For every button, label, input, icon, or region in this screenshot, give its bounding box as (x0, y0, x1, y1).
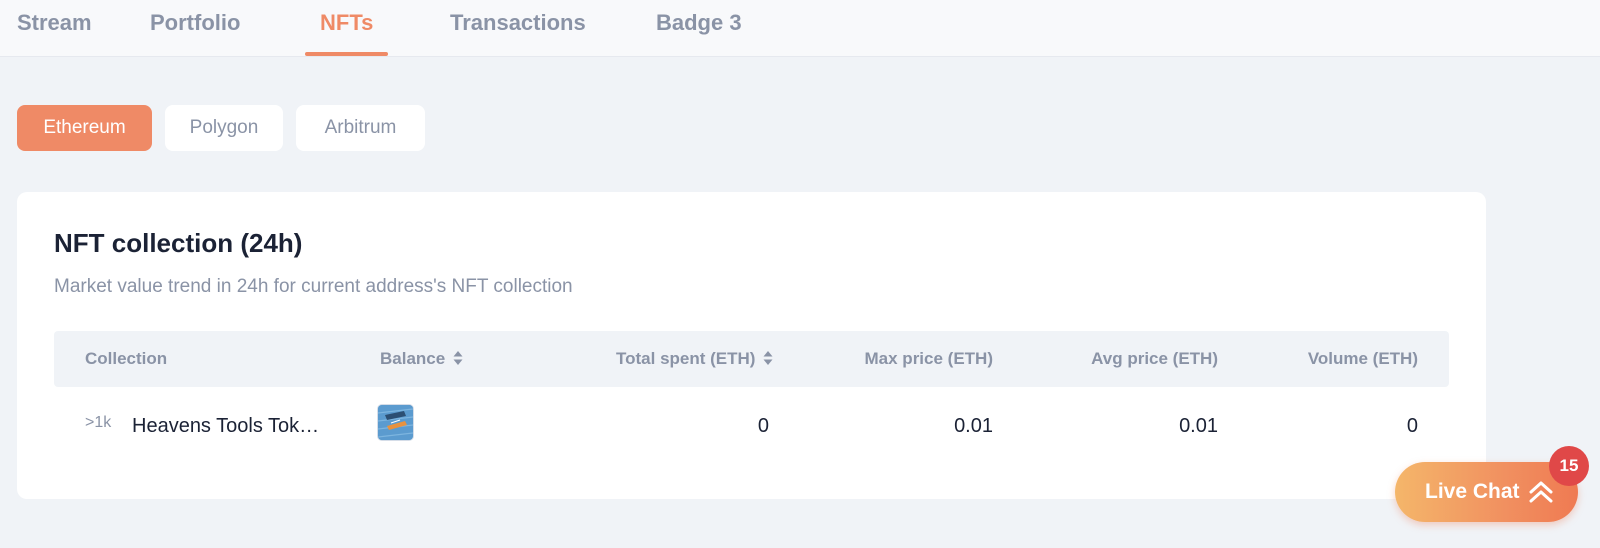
double-chevron-up-icon (1528, 479, 1554, 511)
avg-price-value: 0.01 (1179, 415, 1218, 437)
volume-value: 0 (1406, 415, 1418, 437)
live-chat-unread-badge[interactable]: 15 (1549, 446, 1589, 486)
network-ethereum-button[interactable]: Ethereum (17, 105, 152, 151)
column-avg-price: Avg price (ETH) (1091, 349, 1218, 368)
column-max-price: Max price (ETH) (864, 349, 993, 368)
tab-stream[interactable]: Stream (17, 0, 92, 56)
sort-icon[interactable] (763, 350, 773, 366)
collection-name[interactable]: Heavens Tools Tok… (132, 391, 319, 461)
tab-portfolio[interactable]: Portfolio (150, 0, 240, 56)
card-subtitle: Market value trend in 24h for current ad… (54, 276, 573, 297)
card-title: NFT collection (24h) (54, 228, 303, 258)
column-total-spent[interactable]: Total spent (ETH) (616, 331, 773, 387)
table-header: Collection Balance Total spent (ETH) Max… (54, 331, 1449, 387)
column-total-spent-label: Total spent (ETH) (616, 349, 756, 368)
column-volume: Volume (ETH) (1307, 349, 1418, 368)
max-price-value: 0.01 (954, 415, 993, 437)
tab-nfts[interactable]: NFTs (304, 0, 389, 56)
nft-thumbnail-image[interactable] (378, 405, 413, 440)
column-collection: Collection (85, 349, 168, 368)
nft-collection-card: NFT collection (24h) Market value trend … (17, 192, 1486, 499)
network-polygon-button[interactable]: Polygon (165, 105, 283, 151)
column-balance-label: Balance (380, 349, 446, 368)
sort-icon[interactable] (453, 350, 463, 366)
total-spent-value: 0 (757, 415, 769, 437)
holder-count: >1k (85, 414, 112, 431)
live-chat-label: Live Chat (1425, 480, 1520, 503)
tab-badge-3[interactable]: Badge 3 (656, 0, 742, 56)
top-tab-bar: Stream Portfolio NFTs Transactions Badge… (0, 0, 1600, 57)
table-row[interactable]: >1k Heavens Tools Tok… 0 0.01 0.01 0 (54, 391, 1449, 461)
network-arbitrum-button[interactable]: Arbitrum (296, 105, 425, 151)
column-balance[interactable]: Balance (380, 331, 463, 387)
tab-transactions[interactable]: Transactions (450, 0, 586, 56)
